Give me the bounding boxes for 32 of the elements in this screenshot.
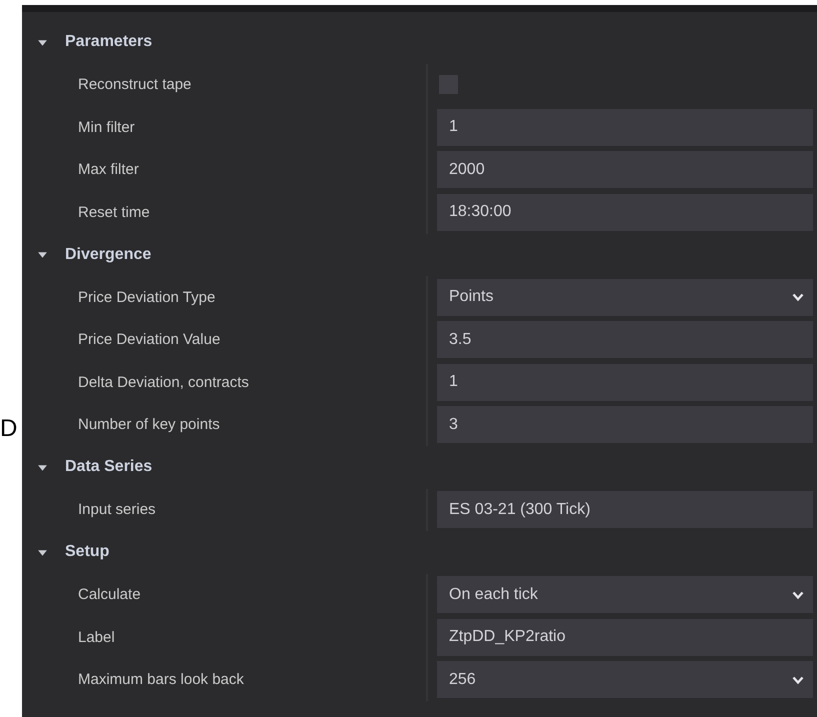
property-label: Label — [77, 628, 116, 648]
property-label: Price Deviation Type — [77, 288, 216, 308]
input-field[interactable]: ES 03-21 (300 Tick) — [437, 491, 813, 528]
section-title: Parameters — [65, 33, 152, 52]
property-label: Delta Deviation, contracts — [77, 372, 250, 393]
property-label: Price Deviation Value — [77, 330, 222, 350]
partial-label: D — [0, 415, 18, 443]
chevron-down-icon — [792, 292, 804, 302]
dropdown[interactable]: 256 — [437, 661, 813, 698]
dropdown[interactable]: Points — [437, 278, 813, 316]
property-label: Input series — [77, 500, 157, 520]
dropdown[interactable]: On each tick — [437, 576, 813, 614]
input-field[interactable]: 1 — [437, 108, 813, 146]
checkbox[interactable] — [439, 75, 458, 94]
section-title: Divergence — [65, 246, 152, 264]
section-title: Setup — [65, 543, 110, 562]
input-field[interactable]: ZtpDD_KP2ratio — [437, 618, 813, 656]
chevron-down-icon — [792, 590, 804, 600]
input-field[interactable]: 2000 — [437, 151, 813, 188]
chevron-down-icon — [792, 674, 804, 685]
property-label: Calculate — [77, 585, 142, 606]
input-field[interactable]: 18:30:00 — [437, 194, 813, 231]
input-field[interactable]: 1 — [437, 364, 813, 401]
property-label: Min filter — [77, 118, 136, 138]
property-label: Number of key points — [77, 415, 221, 436]
property-label: Max filter — [77, 160, 140, 180]
input-field[interactable]: 3 — [437, 406, 813, 444]
property-label: Reset time — [77, 202, 151, 223]
property-label: Maximum bars look back — [77, 670, 245, 690]
property-label: Reconstruct tape — [77, 75, 192, 96]
section-title: Data Series — [65, 458, 152, 476]
input-field[interactable]: 3.5 — [437, 321, 813, 358]
